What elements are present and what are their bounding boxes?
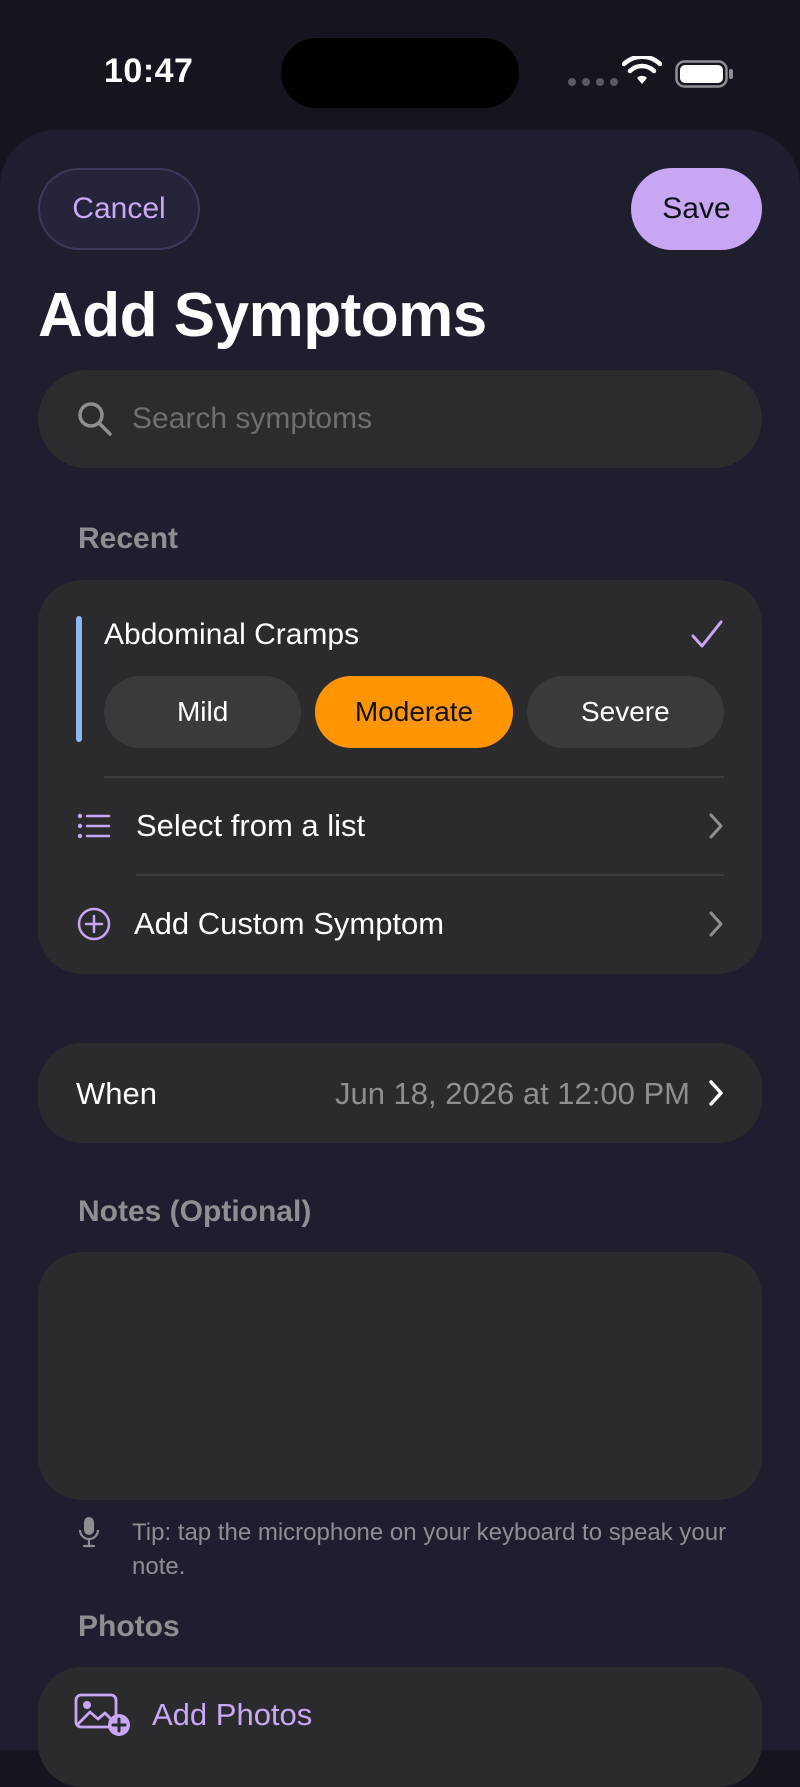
symptom-name: Abdominal Cramps xyxy=(104,618,360,651)
select-from-list-row[interactable]: Select from a list xyxy=(38,778,762,874)
add-photos-row[interactable]: Add Photos xyxy=(38,1667,762,1787)
search-bar[interactable] xyxy=(38,370,762,468)
battery-icon xyxy=(675,60,733,88)
save-button[interactable]: Save xyxy=(631,168,762,250)
notes-card xyxy=(38,1252,762,1500)
severity-severe-button[interactable]: Severe xyxy=(526,676,724,748)
severity-mild-button[interactable]: Mild xyxy=(104,676,302,748)
severity-selector: Mild Moderate Severe xyxy=(104,676,724,748)
recent-card: Abdominal Cramps Mild Moderate Severe Se… xyxy=(38,580,762,974)
chevron-right-icon xyxy=(709,911,723,937)
add-photos-label: Add Photos xyxy=(152,1697,313,1732)
cellular-signal-icon xyxy=(568,78,618,86)
add-symptoms-sheet: Cancel Save Add Symptoms Recent Abdomina… xyxy=(0,130,800,1787)
when-value: Jun 18, 2026 at 12:00 PM xyxy=(334,1076,690,1111)
list-icon xyxy=(77,813,111,839)
wifi-icon xyxy=(622,56,662,84)
microphone-icon xyxy=(78,1517,100,1548)
search-input[interactable] xyxy=(130,370,730,468)
notes-input[interactable] xyxy=(38,1252,762,1500)
cancel-button[interactable]: Cancel xyxy=(38,168,200,250)
checkmark-icon[interactable] xyxy=(690,618,724,652)
chevron-right-icon xyxy=(709,1080,723,1106)
photo-add-icon xyxy=(74,1693,130,1736)
recent-section-label: Recent xyxy=(78,522,179,555)
page-title: Add Symptoms xyxy=(38,281,487,350)
select-from-list-label: Select from a list xyxy=(136,808,366,843)
severity-moderate-button[interactable]: Moderate xyxy=(315,676,513,748)
when-label: When xyxy=(76,1076,157,1111)
notes-section-label: Notes (Optional) xyxy=(78,1195,312,1228)
dictation-tip: Tip: tap the microphone on your keyboard… xyxy=(132,1519,727,1580)
status-bar: 10:47 xyxy=(0,0,800,130)
dynamic-island xyxy=(281,38,519,108)
add-custom-symptom-row[interactable]: Add Custom Symptom xyxy=(38,876,762,972)
status-time: 10:47 xyxy=(104,52,194,90)
add-custom-symptom-label: Add Custom Symptom xyxy=(134,906,445,941)
recent-accent-bar xyxy=(76,616,82,742)
photos-section-label: Photos xyxy=(78,1610,180,1643)
plus-circle-icon xyxy=(77,907,111,941)
search-icon xyxy=(78,402,112,436)
chevron-right-icon xyxy=(709,813,723,839)
when-row[interactable]: When Jun 18, 2026 at 12:00 PM xyxy=(38,1043,762,1143)
